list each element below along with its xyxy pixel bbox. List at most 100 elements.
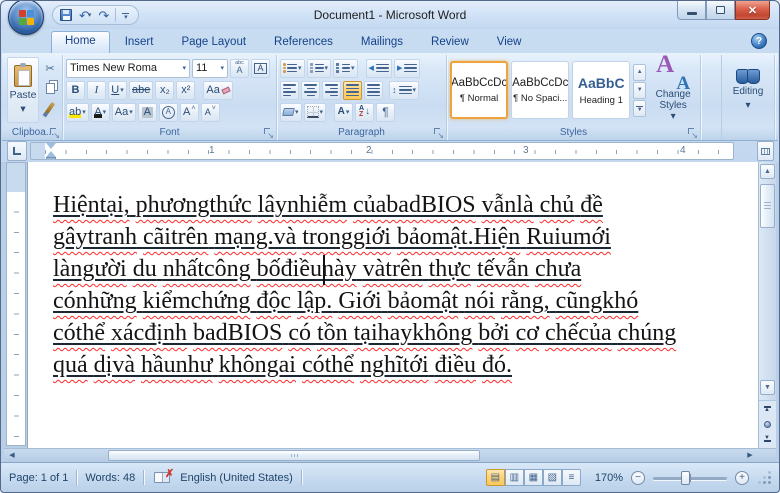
zoom-level[interactable]: 170% (595, 472, 623, 484)
language-indicator[interactable]: English (United States) (180, 472, 293, 484)
font-color-button[interactable]: A▾ (91, 103, 110, 122)
bullets-button[interactable]: ▾ (280, 59, 305, 78)
next-page-button[interactable]: ▼ (761, 433, 774, 445)
horizontal-scroll-thumb[interactable] (108, 450, 480, 461)
distribute-button[interactable] (364, 81, 383, 100)
clipboard-dialog-launcher[interactable] (50, 128, 59, 137)
justify-button[interactable] (343, 81, 362, 100)
character-shading-button[interactable]: A (138, 103, 157, 122)
numbering-button[interactable]: ▾ (307, 59, 332, 78)
increase-indent-button[interactable]: ▶ (394, 59, 420, 78)
vertical-ruler[interactable] (6, 162, 26, 446)
horizontal-scrollbar[interactable]: ◀ ▶ (4, 448, 776, 462)
tab-view[interactable]: View (484, 32, 535, 53)
show-hide-marks-button[interactable]: ¶ (376, 103, 395, 122)
zoom-slider-thumb[interactable] (681, 471, 690, 485)
save-button[interactable] (59, 9, 73, 21)
tab-home[interactable]: Home (51, 31, 110, 53)
zoom-slider[interactable] (653, 471, 727, 485)
font-dialog-launcher[interactable] (264, 128, 273, 137)
resize-grip[interactable] (759, 472, 771, 484)
redo-button[interactable]: ↷ (97, 9, 110, 22)
print-layout-view-button[interactable]: ▤ (486, 469, 505, 486)
tab-insert[interactable]: Insert (112, 32, 167, 53)
horizontal-ruler[interactable]: 1 2 3 4 (30, 142, 734, 160)
asian-layout-button[interactable]: A▾ (334, 103, 353, 122)
tab-page-layout[interactable]: Page Layout (168, 32, 259, 53)
subscript-button[interactable]: x₂ (155, 81, 174, 100)
font-name-combo[interactable]: Times New Roma ▾ (66, 59, 190, 78)
tab-mailings[interactable]: Mailings (348, 32, 416, 53)
help-button[interactable]: ? (751, 33, 767, 49)
font-size-combo[interactable]: 11 ▾ (192, 59, 228, 78)
draft-view-button[interactable]: ≡ (562, 469, 581, 486)
character-border-button[interactable]: A (251, 59, 270, 78)
zoom-out-button[interactable]: − (631, 471, 645, 485)
change-case-button[interactable]: Aa▾ (112, 103, 136, 122)
enclose-characters-button[interactable]: A (159, 103, 178, 122)
scroll-right-button[interactable]: ▶ (743, 450, 757, 461)
tab-references[interactable]: References (261, 32, 346, 53)
superscript-button[interactable]: x² (176, 81, 195, 100)
scroll-left-button[interactable]: ◀ (5, 450, 19, 461)
copy-button[interactable] (41, 79, 59, 97)
decrease-indent-button[interactable]: ◀ (366, 59, 392, 78)
word-count[interactable]: Words: 48 (85, 472, 135, 484)
highlight-color-button[interactable]: ab▾ (66, 103, 89, 122)
change-styles-button[interactable]: AA Change Styles ▾ (649, 59, 697, 122)
strikethrough-button[interactable]: abe (129, 81, 153, 100)
styles-more-button[interactable]: ▼ (633, 100, 646, 117)
outline-view-button[interactable]: ▧ (543, 469, 562, 486)
phonetic-guide-button[interactable]: abcA (230, 59, 249, 78)
styles-dialog-launcher[interactable] (688, 128, 697, 137)
close-button[interactable]: ✕ (735, 1, 770, 20)
italic-button[interactable]: I (87, 81, 106, 100)
page-indicator[interactable]: Page: 1 of 1 (9, 472, 68, 484)
previous-page-button[interactable]: ▲ (761, 403, 774, 415)
style-heading-1[interactable]: AaBbC Heading 1 (572, 61, 630, 119)
full-screen-reading-view-button[interactable]: ▥ (505, 469, 524, 486)
zoom-in-button[interactable]: + (735, 471, 749, 485)
document-text[interactable]: Hiệntại, phươngthức lâynhiễm củabadBIOS … (53, 189, 676, 381)
cut-button[interactable]: ✂ (41, 59, 59, 77)
indent-markers[interactable] (46, 143, 56, 160)
minimize-button[interactable] (677, 1, 706, 20)
bold-button[interactable]: B (66, 81, 85, 100)
view-ruler-toggle-button[interactable] (757, 141, 774, 161)
editing-button[interactable]: Editing ▾ (725, 57, 771, 123)
undo-button[interactable]: ↶▾ (78, 9, 92, 22)
tab-stop-selector[interactable] (7, 141, 27, 161)
align-right-button[interactable] (322, 81, 341, 100)
align-center-button[interactable] (301, 81, 320, 100)
paragraph-dialog-launcher[interactable] (434, 128, 443, 137)
style-no-spacing[interactable]: AaBbCcDc ¶ No Spaci... (511, 61, 569, 119)
align-left-button[interactable] (280, 81, 299, 100)
scroll-down-button[interactable]: ▼ (760, 380, 775, 395)
vertical-scroll-thumb[interactable] (760, 184, 775, 228)
scroll-up-button[interactable]: ▲ (760, 164, 775, 179)
web-layout-view-button[interactable]: ▦ (524, 469, 543, 486)
office-button[interactable] (8, 0, 44, 35)
borders-button[interactable]: ▾ (304, 103, 327, 122)
restore-button[interactable] (706, 1, 735, 20)
customize-qat-button[interactable]: ▾ (121, 11, 130, 20)
sort-button[interactable]: AZ↓ (355, 103, 374, 122)
styles-scroll-down-button[interactable]: ▼ (633, 82, 646, 99)
grow-font-button[interactable]: A˄ (180, 103, 199, 122)
clear-formatting-button[interactable]: Aa (203, 81, 232, 100)
paste-button[interactable]: Paste ▾ (7, 57, 39, 123)
multilevel-list-button[interactable]: ▾ (333, 59, 358, 78)
vertical-scrollbar[interactable]: ▲ ▼ ▲ ▼ (758, 162, 776, 448)
styles-scroll-up-button[interactable]: ▲ (633, 64, 646, 81)
select-browse-object-button[interactable] (761, 418, 774, 430)
tab-review[interactable]: Review (418, 32, 482, 53)
shrink-font-button[interactable]: A˅ (201, 103, 220, 122)
style-normal[interactable]: AaBbCcDc ¶ Normal (450, 61, 508, 119)
line-spacing-button[interactable]: ↕▾ (389, 81, 419, 100)
proofing-errors-icon[interactable]: ✗ (154, 472, 170, 483)
shading-button[interactable]: ▾ (280, 103, 302, 122)
word: đề (580, 192, 603, 218)
underline-button[interactable]: U▾ (108, 81, 127, 100)
format-painter-button[interactable] (41, 99, 59, 117)
document-page[interactable]: Hiệntại, phươngthức lâynhiễm củabadBIOS … (28, 162, 758, 448)
